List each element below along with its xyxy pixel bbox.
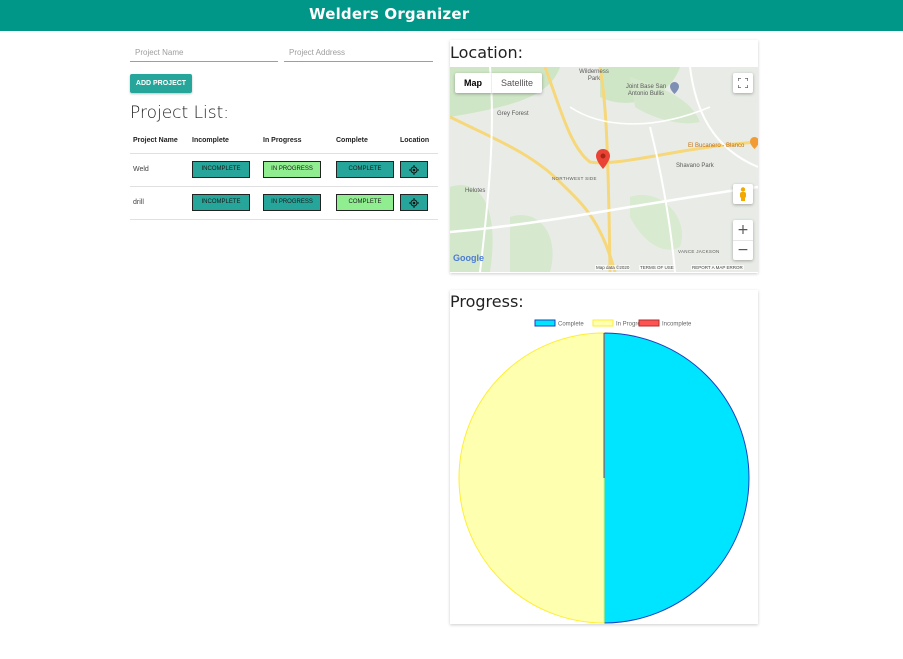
- map-label-northwest-side: NORTHWEST SIDE: [552, 176, 597, 181]
- gps-crosshair-icon: [409, 165, 419, 175]
- incomplete-button[interactable]: INCOMPLETE: [192, 161, 250, 178]
- progress-card: Progress: Complete In Progress Incomplete: [450, 290, 758, 624]
- col-location: Location: [397, 128, 438, 154]
- terms-link[interactable]: TERMS OF USE: [639, 265, 675, 270]
- incomplete-button[interactable]: INCOMPLETE: [192, 194, 250, 211]
- map-tiles: [450, 67, 758, 272]
- map-label-grey-forest: Grey Forest: [497, 111, 529, 117]
- legend-item-complete[interactable]: Complete: [534, 319, 584, 328]
- map-label-wilderness: Wilderness Park: [579, 69, 609, 82]
- map-label-shavano: Shavano Park: [676, 163, 714, 169]
- map-label-joint-base: Joint Base San Antonio Bullis: [625, 84, 667, 97]
- complete-button[interactable]: COMPLETE: [336, 161, 394, 178]
- project-table: Project Name Incomplete In Progress Comp…: [130, 128, 438, 220]
- project-name-cell: drill: [130, 186, 189, 220]
- street-view-button[interactable]: [733, 184, 753, 204]
- map-data-credit: Map data ©2020: [595, 265, 631, 270]
- google-logo: Google: [453, 253, 484, 263]
- project-name-input[interactable]: [130, 48, 278, 57]
- navbar: Welders Organizer: [0, 0, 903, 31]
- add-project-button[interactable]: ADD PROJECT: [130, 74, 192, 93]
- project-list-title: Project List:: [130, 103, 230, 123]
- table-row: Weld INCOMPLETE IN PROGRESS COMPLETE: [130, 153, 438, 187]
- col-in-progress: In Progress: [260, 128, 333, 154]
- project-name-field[interactable]: [130, 42, 278, 62]
- col-project-name: Project Name: [130, 128, 189, 154]
- map-view[interactable]: Wilderness Park Joint Base San Antonio B…: [450, 67, 758, 272]
- legend-swatch: [534, 319, 556, 327]
- map-label-vance-jackson: VANCE JACKSON: [678, 249, 720, 254]
- progress-pie-chart: Complete In Progress Incomplete: [458, 319, 750, 624]
- map-label-helotes: Helotes: [465, 188, 486, 194]
- project-address-field[interactable]: [284, 42, 433, 62]
- report-map-error-link[interactable]: REPORT A MAP ERROR: [691, 265, 744, 270]
- gps-crosshair-icon: [409, 198, 419, 208]
- location-button[interactable]: [400, 161, 428, 178]
- complete-button[interactable]: COMPLETE: [336, 194, 394, 211]
- table-row: drill INCOMPLETE IN PROGRESS COMPLETE: [130, 186, 438, 220]
- location-title: Location:: [450, 43, 524, 62]
- pie-slice-complete[interactable]: [603, 332, 750, 624]
- map-tab[interactable]: Map: [455, 73, 491, 93]
- location-button[interactable]: [400, 194, 428, 211]
- pie-slice-in-progress[interactable]: [458, 332, 605, 624]
- pegman-icon: [740, 187, 746, 201]
- zoom-in-button[interactable]: +: [733, 220, 753, 240]
- legend-swatch: [638, 319, 660, 327]
- legend-item-incomplete[interactable]: Incomplete: [638, 319, 692, 328]
- project-address-input[interactable]: [284, 48, 433, 57]
- in-progress-button[interactable]: IN PROGRESS: [263, 194, 321, 211]
- fullscreen-icon: [737, 77, 749, 89]
- satellite-tab[interactable]: Satellite: [491, 73, 542, 93]
- in-progress-button[interactable]: IN PROGRESS: [263, 161, 321, 178]
- app-title: Welders Organizer: [309, 5, 470, 23]
- legend-label: Incomplete: [662, 322, 692, 328]
- legend-label: Complete: [558, 322, 584, 328]
- fullscreen-button[interactable]: [733, 73, 753, 93]
- poi-marker-icon: [750, 137, 758, 149]
- zoom-control: + −: [733, 220, 753, 260]
- table-header-row: Project Name Incomplete In Progress Comp…: [130, 128, 438, 154]
- col-complete: Complete: [333, 128, 397, 154]
- legend-swatch: [592, 319, 614, 327]
- map-label-el-bucanero: El Bucanero - Blanco: [688, 143, 745, 149]
- location-pin-icon[interactable]: [596, 149, 610, 169]
- project-name-cell: Weld: [130, 153, 189, 187]
- col-incomplete: Incomplete: [189, 128, 260, 154]
- map-type-toggle: Map Satellite: [455, 73, 543, 93]
- zoom-out-button[interactable]: −: [733, 240, 753, 260]
